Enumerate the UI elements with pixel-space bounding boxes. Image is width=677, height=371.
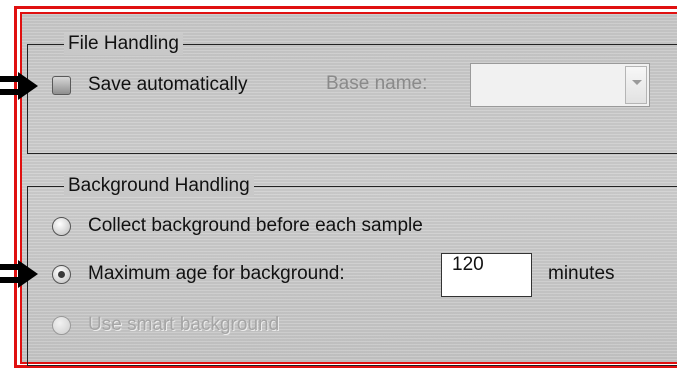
smart-background-label: Use smart background xyxy=(88,314,280,335)
minutes-unit-label: minutes xyxy=(548,263,615,284)
save-automatically-label: Save automatically xyxy=(88,74,248,95)
collect-background-label: Collect background before each sample xyxy=(88,215,423,236)
radio-selected-dot xyxy=(58,271,65,278)
background-handling-title: Background Handling xyxy=(64,175,254,197)
collect-background-radio[interactable] xyxy=(52,217,71,236)
base-name-select[interactable] xyxy=(470,63,650,107)
chevron-down-icon xyxy=(632,80,642,85)
smart-background-radio[interactable] xyxy=(52,316,71,335)
maximum-age-input[interactable]: 120 xyxy=(441,253,532,297)
callout-arrow-icon xyxy=(0,260,38,288)
maximum-age-label: Maximum age for background: xyxy=(88,263,345,284)
file-handling-title: File Handling xyxy=(64,33,183,55)
callout-arrow-icon xyxy=(0,72,38,100)
base-name-dropdown-button[interactable] xyxy=(625,66,647,104)
base-name-label: Base name: xyxy=(326,73,428,94)
save-automatically-checkbox[interactable] xyxy=(52,76,71,95)
maximum-age-radio[interactable] xyxy=(52,265,71,284)
